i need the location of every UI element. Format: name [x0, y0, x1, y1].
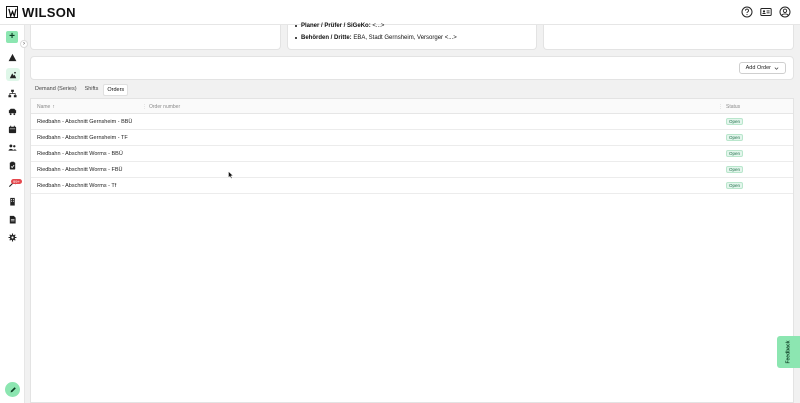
people-icon[interactable]: [8, 143, 17, 152]
building-icon[interactable]: [8, 197, 17, 206]
user-account-icon[interactable]: [779, 6, 791, 18]
behoerden-value: EBA, Stadt Gernsheim, Versorger <...>: [351, 35, 457, 41]
project-info-card-right: [543, 25, 794, 50]
column-resize-handle[interactable]: ⋮: [718, 104, 723, 110]
clipboard-icon[interactable]: [8, 161, 17, 170]
table-row[interactable]: Riedbahn - Abschnitt Worms - BBÜ Open: [31, 146, 793, 162]
column-order-number-label: Order number: [149, 104, 181, 110]
column-name-label: Name: [37, 104, 51, 110]
tab-bar: Demand (Series) Shifts Orders: [32, 84, 129, 96]
calendar-icon[interactable]: [8, 125, 17, 134]
project-info-card-left: [30, 25, 281, 50]
tab-shifts[interactable]: Shifts: [82, 84, 102, 96]
top-bar: WILSON: [0, 0, 800, 25]
planer-value: <...>: [370, 23, 385, 29]
mouse-cursor-icon: [228, 171, 234, 179]
sidebar-collapse-toggle[interactable]: ›: [20, 40, 28, 48]
help-icon[interactable]: [741, 6, 753, 18]
table-row[interactable]: Riedbahn - Abschnitt Gernsheim - BBÜ Ope…: [31, 114, 793, 130]
construction-icon[interactable]: [6, 68, 20, 81]
bullet-behoerden: Behörden / Dritte: EBA, Stadt Gernsheim,…: [295, 35, 457, 41]
table-row[interactable]: Riedbahn - Abschnitt Worms - FBÜ Open: [31, 162, 793, 178]
gear-icon[interactable]: [8, 233, 17, 242]
id-card-icon[interactable]: [760, 6, 772, 18]
status-badge: Open: [726, 182, 744, 189]
status-badge: Open: [726, 166, 744, 173]
orders-table: Name ↑ ⋮ Order number ⋮ Status Riedbahn …: [30, 98, 794, 403]
add-order-button[interactable]: Add Order: [738, 62, 786, 74]
hierarchy-icon[interactable]: [8, 89, 17, 98]
status-badge: Open: [726, 134, 744, 141]
feedback-label: Feedback: [785, 340, 792, 364]
planer-label: Planer / Prüfer / SiGeKo:: [301, 23, 371, 29]
logo-mark-icon: [6, 6, 18, 18]
table-row[interactable]: Riedbahn - Abschnitt Worms - Tf Open: [31, 178, 793, 194]
document-icon[interactable]: [8, 215, 17, 224]
add-order-label: Add Order: [745, 65, 771, 71]
order-name-cell: Riedbahn - Abschnitt Worms - BBÜ: [37, 151, 123, 157]
chevron-right-icon: ›: [23, 41, 25, 47]
orders-action-bar: Add Order: [30, 56, 794, 80]
column-resize-handle[interactable]: ⋮: [142, 104, 147, 110]
feedback-tab[interactable]: Feedback: [777, 336, 800, 368]
order-name-cell: Riedbahn - Abschnitt Gernsheim - TF: [37, 135, 128, 141]
status-badge: Open: [726, 118, 744, 125]
bullet-planer: Planer / Prüfer / SiGeKo: <...>: [294, 23, 385, 29]
tab-demand-series[interactable]: Demand (Series): [32, 84, 80, 96]
order-name-cell: Riedbahn - Abschnitt Worms - FBÜ: [37, 167, 123, 173]
table-header: Name ↑ ⋮ Order number ⋮ Status: [31, 99, 793, 114]
status-badge: Open: [726, 150, 744, 157]
pencil-icon: [10, 386, 16, 392]
add-button[interactable]: +: [6, 31, 18, 43]
column-status-label: Status: [726, 104, 741, 110]
quick-action-button[interactable]: [5, 382, 20, 397]
main-content: Planer / Prüfer / SiGeKo: <...> Behörden…: [25, 23, 800, 403]
notification-badge: 99+: [11, 179, 22, 184]
warning-icon[interactable]: [8, 53, 17, 62]
brand-logo[interactable]: WILSON: [6, 5, 76, 20]
brand-name: WILSON: [22, 4, 76, 20]
sort-ascending-icon: ↑: [52, 104, 55, 110]
order-name-cell: Riedbahn - Abschnitt Worms - Tf: [37, 183, 117, 189]
project-info-card-middle: Planer / Prüfer / SiGeKo: <...> Behörden…: [287, 23, 537, 50]
column-header-name[interactable]: Name ↑: [37, 104, 55, 110]
chevron-down-icon: [774, 66, 779, 70]
column-header-status[interactable]: Status: [726, 104, 740, 110]
sidebar: + 99+: [0, 25, 25, 403]
column-header-order-number[interactable]: Order number: [149, 104, 180, 110]
vehicle-icon[interactable]: [8, 107, 17, 116]
behoerden-label: Behörden / Dritte:: [301, 35, 352, 41]
order-name-cell: Riedbahn - Abschnitt Gernsheim - BBÜ: [37, 119, 133, 125]
tab-orders[interactable]: Orders: [103, 84, 129, 96]
table-row[interactable]: Riedbahn - Abschnitt Gernsheim - TF Open: [31, 130, 793, 146]
